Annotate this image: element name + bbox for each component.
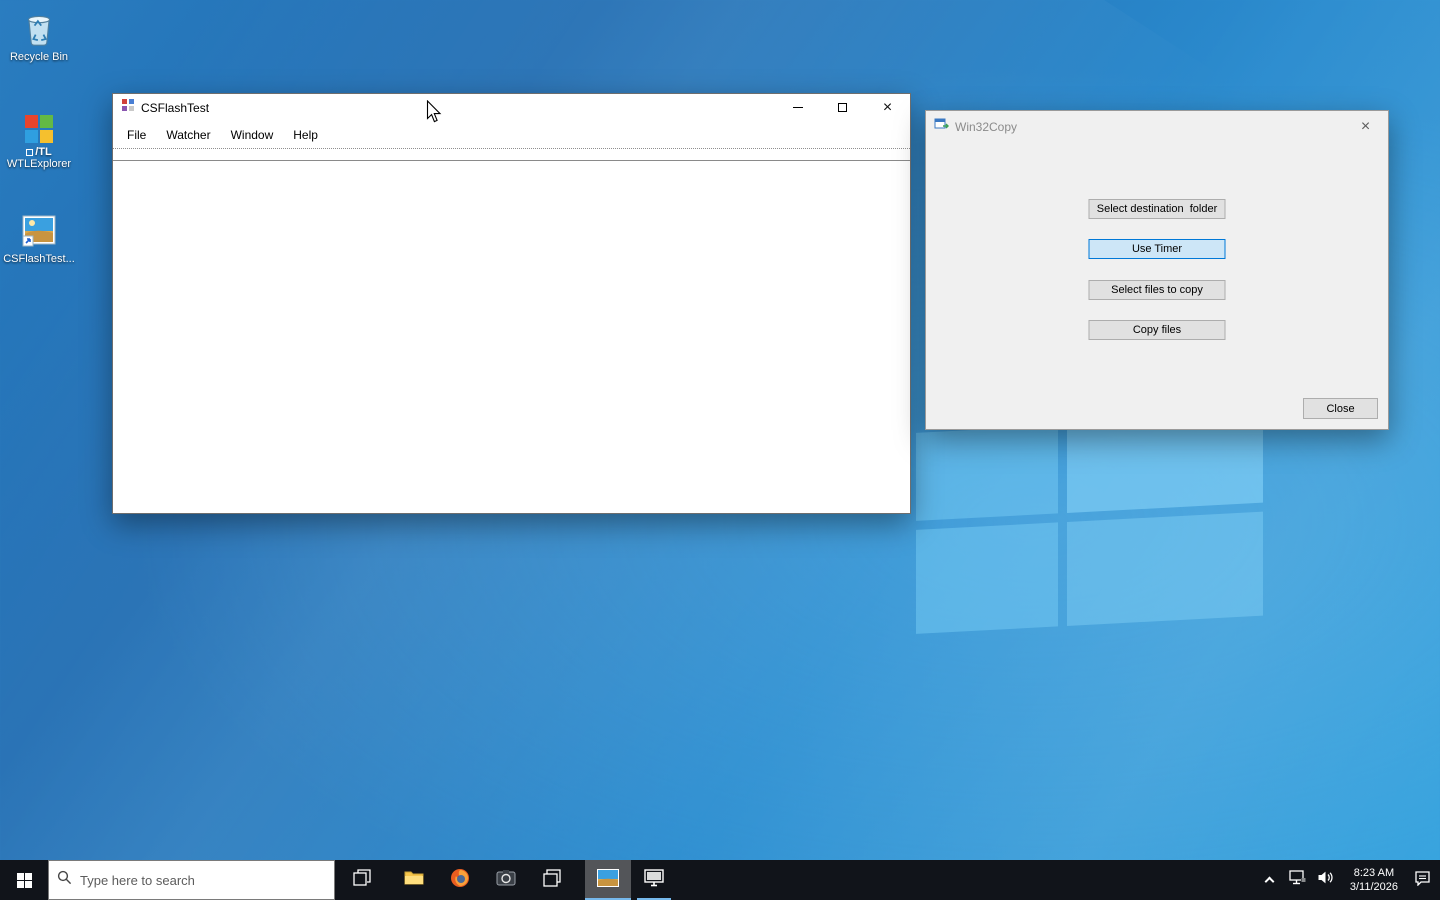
select-files-to-copy-button[interactable]: Select files to copy — [1088, 280, 1226, 300]
taskbar-icon-monitor-app[interactable] — [631, 860, 677, 900]
camera-app-icon — [496, 869, 516, 892]
window-title: CSFlashTest — [141, 100, 210, 115]
speaker-icon — [1317, 870, 1334, 890]
close-button[interactable]: × — [1343, 111, 1388, 142]
menu-item-window[interactable]: Window — [221, 124, 284, 146]
desktop-icon-csflashtest[interactable]: CSFlashTest... — [0, 210, 78, 266]
taskbar: 8:23 AM 3/11/2026 — [0, 860, 1440, 900]
menu-item-watcher[interactable]: Watcher — [156, 124, 220, 146]
menu-item-file[interactable]: File — [117, 124, 156, 146]
csflashtest-toolstrip — [113, 148, 910, 161]
start-button[interactable] — [0, 860, 48, 900]
monitor-app-icon — [644, 868, 664, 892]
copy-files-button[interactable]: Copy files — [1088, 320, 1226, 340]
recycle-bin-icon — [0, 8, 78, 48]
file-explorer-icon — [404, 869, 424, 892]
use-timer-button[interactable]: Use Timer — [1088, 239, 1226, 259]
maximize-button[interactable] — [820, 94, 865, 121]
taskbar-icon-camera-app[interactable] — [483, 860, 529, 900]
win32copy-app-icon — [934, 117, 949, 136]
desktop-icon-label: Recycle Bin — [9, 51, 69, 63]
csflashtest-window: CSFlashTest × File Watcher Window Help — [112, 93, 911, 514]
system-tray: 8:23 AM 3/11/2026 — [1258, 860, 1440, 900]
taskbar-clock[interactable]: 8:23 AM 3/11/2026 — [1342, 866, 1406, 894]
clock-time: 8:23 AM — [1353, 867, 1395, 879]
chevron-up-icon — [1264, 876, 1275, 887]
copy-windows-icon — [542, 868, 562, 893]
minimize-icon — [792, 107, 803, 108]
close-icon: × — [1360, 117, 1371, 135]
select-destination-folder-button[interactable]: Select destination folder — [1088, 199, 1226, 219]
csflashtest-taskbar-icon — [596, 868, 620, 893]
search-input[interactable] — [80, 872, 326, 888]
firefox-icon — [450, 868, 470, 893]
taskbar-icon-file-explorer[interactable] — [391, 860, 437, 900]
taskbar-icon-csflashtest[interactable] — [585, 860, 631, 900]
wtlexplorer-icon-text: /TL — [0, 146, 78, 158]
windows-start-icon — [16, 872, 32, 888]
taskbar-icon-firefox[interactable] — [437, 860, 483, 900]
desktop-icon-recycle-bin[interactable]: Recycle Bin — [0, 8, 78, 64]
minimize-button[interactable] — [775, 94, 820, 121]
task-view-button[interactable] — [339, 860, 385, 900]
action-center-icon — [1414, 870, 1431, 891]
windows-logo-wallpaper — [916, 414, 1263, 634]
action-center-button[interactable] — [1410, 860, 1434, 900]
desktop-icon-label: CSFlashTest... — [3, 253, 75, 265]
taskbar-icon-windows-app[interactable] — [529, 860, 575, 900]
close-button[interactable]: × — [865, 94, 910, 121]
maximize-icon — [838, 103, 847, 112]
csflashtest-menubar: File Watcher Window Help — [113, 121, 910, 148]
taskbar-search[interactable] — [48, 860, 335, 900]
tray-volume-button[interactable] — [1314, 860, 1338, 900]
wtlexplorer-icon — [0, 103, 78, 143]
tray-network-button[interactable] — [1286, 860, 1310, 900]
menu-item-help[interactable]: Help — [283, 124, 328, 146]
tray-expand-button[interactable] — [1258, 860, 1282, 900]
desktop-icon-wtlexplorer[interactable]: /TL WTLExplorer — [0, 103, 78, 171]
window-title: Win32Copy — [955, 119, 1018, 134]
csflashtest-client-area — [113, 161, 910, 513]
network-icon — [1289, 870, 1307, 890]
close-icon: × — [882, 98, 893, 116]
close-dialog-button[interactable]: Close — [1303, 398, 1378, 419]
csflashtest-titlebar[interactable]: CSFlashTest × — [113, 94, 910, 121]
clock-date: 3/11/2026 — [1349, 881, 1398, 893]
win32copy-titlebar[interactable]: Win32Copy × — [926, 111, 1388, 142]
task-view-icon — [353, 868, 371, 892]
search-icon — [57, 870, 72, 890]
win32copy-window: Win32Copy × Select destination folder Us… — [925, 110, 1389, 430]
csflashtest-app-icon — [121, 98, 135, 117]
desktop-icon-label: WTLExplorer — [6, 158, 72, 170]
csflashtest-shortcut-icon — [0, 210, 78, 250]
